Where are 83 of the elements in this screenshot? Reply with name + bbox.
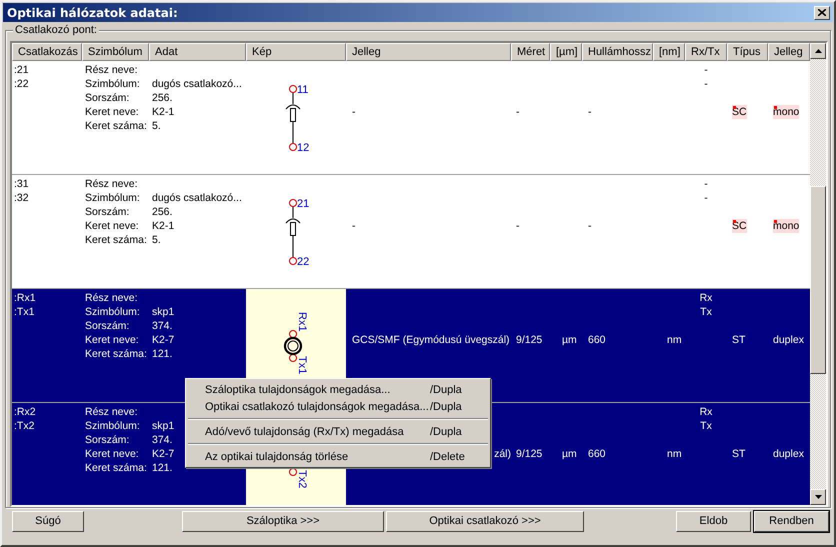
field-label: Sorszám: bbox=[85, 433, 130, 447]
cell-text: Rx bbox=[700, 405, 712, 419]
cell-text: - bbox=[352, 219, 356, 233]
cell-text: :22 bbox=[14, 77, 29, 91]
cell-text: :31 bbox=[14, 177, 29, 191]
field-label: Keret száma: bbox=[85, 461, 147, 475]
field-value: 5. bbox=[152, 233, 161, 247]
field-value: 121. bbox=[152, 461, 172, 475]
cell-text: :Rx2 bbox=[14, 405, 36, 419]
cell-text: ST bbox=[732, 447, 746, 461]
field-value: dugós csatlakozó... bbox=[152, 191, 242, 205]
field-label: Sorszám: bbox=[85, 91, 130, 105]
cell-text: 9/125 bbox=[516, 333, 542, 347]
cell-text: nm bbox=[667, 333, 682, 347]
cell-text: GCS/SMF (Egymódusú üvegszál) bbox=[352, 333, 510, 347]
field-label: Szimbólum: bbox=[85, 305, 140, 319]
field-value: 5. bbox=[152, 119, 161, 133]
field-label: Keret száma: bbox=[85, 347, 147, 361]
cell-text: µm bbox=[562, 333, 577, 347]
field-label: Rész neve: bbox=[85, 291, 138, 305]
field-value: 374. bbox=[152, 433, 172, 447]
cell-text: nm bbox=[667, 447, 682, 461]
field-value: 374. bbox=[152, 319, 172, 333]
field-value: K2-1 bbox=[152, 105, 174, 119]
field-label: Rész neve: bbox=[85, 405, 138, 419]
cell-text: µm bbox=[562, 447, 577, 461]
cell-text: :Rx1 bbox=[14, 291, 36, 305]
cell-text: 660 bbox=[588, 333, 606, 347]
pin-label: Tx1 bbox=[296, 356, 308, 374]
cell-text: - bbox=[704, 63, 708, 77]
field-label: Keret száma: bbox=[85, 119, 147, 133]
pin-label: 11 bbox=[297, 84, 308, 96]
cell-text: - bbox=[704, 191, 708, 205]
field-label: Sorszám: bbox=[85, 205, 130, 219]
pin-label: Rx1 bbox=[296, 312, 308, 332]
cell-text: 660 bbox=[588, 447, 606, 461]
field-label: Keret neve: bbox=[85, 105, 139, 119]
field-value: 256. bbox=[152, 205, 172, 219]
pin-label: 12 bbox=[297, 142, 310, 154]
field-value: 121. bbox=[152, 347, 172, 361]
field-label: Sorszám: bbox=[85, 319, 130, 333]
field-label: Rész neve: bbox=[85, 177, 138, 191]
field-label: Rész neve: bbox=[85, 63, 138, 77]
cell-text: Tx bbox=[700, 305, 712, 319]
cell-text: mono bbox=[773, 219, 800, 233]
field-value: skp1 bbox=[152, 305, 174, 319]
cell-text: - bbox=[588, 105, 592, 119]
field-label: Keret száma: bbox=[85, 233, 147, 247]
cell-text: - bbox=[352, 105, 356, 119]
field-label: Keret neve: bbox=[85, 333, 139, 347]
cell-text: :32 bbox=[14, 191, 29, 205]
pin-label: 21 bbox=[297, 198, 310, 210]
cell-text: - bbox=[704, 77, 708, 91]
cell-text: mono bbox=[773, 105, 800, 119]
field-value: skp1 bbox=[152, 419, 174, 433]
cell-text: duplex bbox=[773, 447, 804, 461]
field-value: dugós csatlakozó... bbox=[152, 77, 242, 91]
field-value: 256. bbox=[152, 91, 172, 105]
cell-text: - bbox=[516, 105, 520, 119]
field-value: K2-7 bbox=[152, 447, 174, 461]
pin-label: Tx2 bbox=[296, 470, 308, 488]
field-value: K2-7 bbox=[152, 333, 174, 347]
cell-text: - bbox=[704, 177, 708, 191]
cell-text: ST bbox=[732, 333, 746, 347]
cell-text: :Tx1 bbox=[14, 305, 34, 319]
field-value: K2-1 bbox=[152, 219, 174, 233]
field-label: Szimbólum: bbox=[85, 77, 140, 91]
cell-text: - bbox=[516, 219, 520, 233]
field-label: Szimbólum: bbox=[85, 419, 140, 433]
cell-text: duplex bbox=[773, 333, 804, 347]
cell-text: :Tx2 bbox=[14, 419, 34, 433]
cell-text: 9/125 bbox=[516, 447, 542, 461]
pin-label: 22 bbox=[297, 256, 310, 268]
field-label: Keret neve: bbox=[85, 219, 139, 233]
field-label: Keret neve: bbox=[85, 447, 139, 461]
cell-text: Rx bbox=[700, 291, 712, 305]
cell-text: - bbox=[588, 219, 592, 233]
group-label: Csatlakozó pont: bbox=[13, 24, 99, 36]
cell-text: :21 bbox=[14, 63, 29, 77]
field-label: Szimbólum: bbox=[85, 191, 140, 205]
cell-text: zál) bbox=[494, 447, 511, 461]
cell-text: Tx bbox=[700, 419, 712, 433]
window-title: Optikai hálózatok adatai: bbox=[7, 6, 178, 20]
